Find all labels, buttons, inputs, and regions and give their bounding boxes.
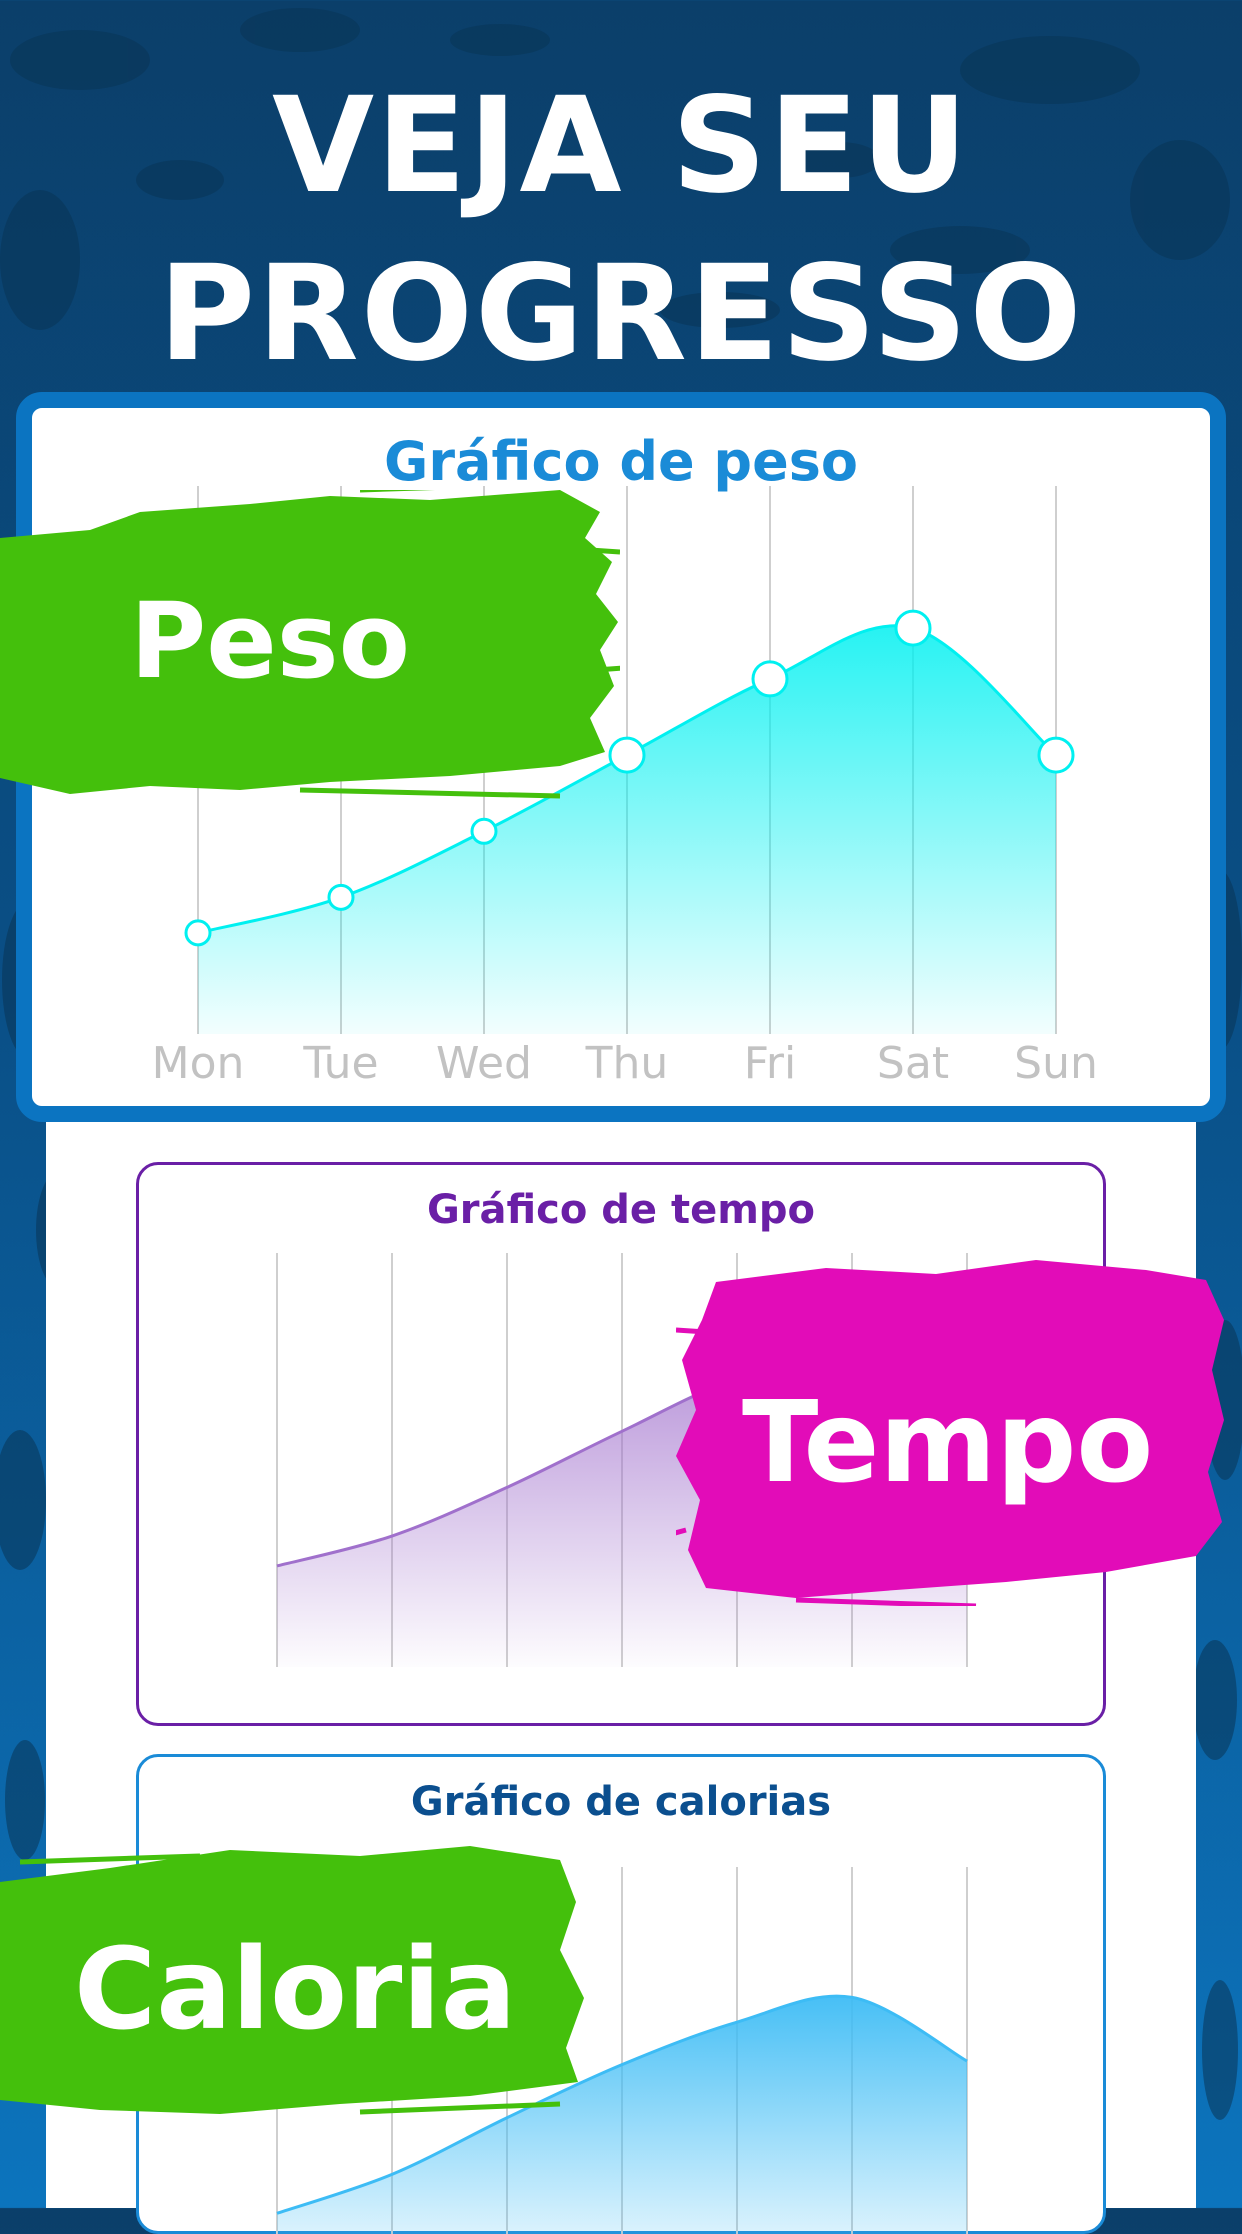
x-tick-label-wed: Wed <box>436 1038 532 1089</box>
x-tick-label-mon: Mon <box>152 1038 245 1089</box>
data-point-sat <box>894 609 932 647</box>
x-tick-label-sun: Sun <box>1014 1038 1098 1089</box>
caloria-tag-label: Caloria <box>74 1925 517 2055</box>
data-point-mon <box>184 919 212 947</box>
tempo-tag-label: Tempo <box>742 1378 1154 1508</box>
x-tick-label-tue: Tue <box>302 1038 378 1089</box>
x-tick-label-fri: Fri <box>744 1038 796 1089</box>
peso-tag-label: Peso <box>130 580 411 702</box>
x-tick-label-thu: Thu <box>585 1038 669 1089</box>
data-point-tue <box>327 883 355 911</box>
headline: VEJA SEU PROGRESSO <box>0 62 1242 398</box>
data-point-wed <box>470 817 498 845</box>
data-point-sun <box>1037 736 1075 774</box>
data-point-fri <box>751 660 789 698</box>
headline-line-2: PROGRESSO <box>158 237 1084 391</box>
headline-line-1: VEJA SEU <box>272 69 970 223</box>
x-tick-label-sat: Sat <box>877 1038 949 1089</box>
